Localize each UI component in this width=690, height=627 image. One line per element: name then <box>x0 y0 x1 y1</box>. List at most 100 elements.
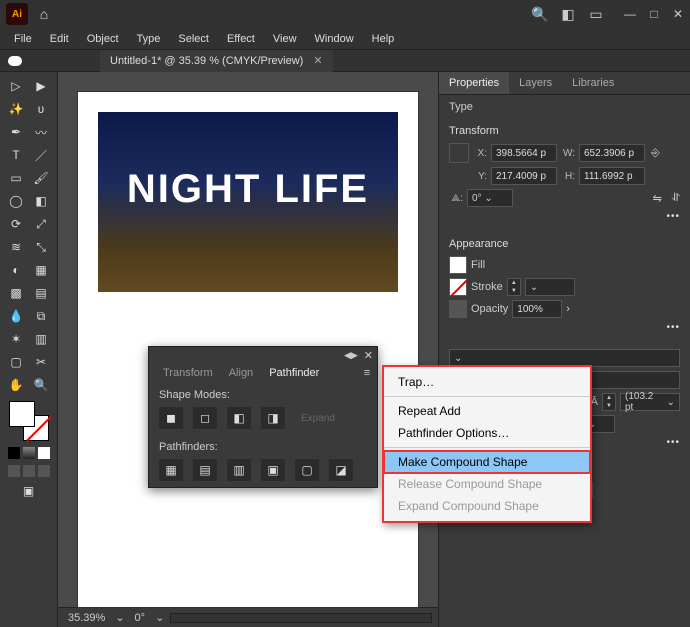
color-swatch[interactable] <box>9 401 49 441</box>
outline-icon[interactable]: ▢ <box>295 459 319 481</box>
document-tab[interactable]: Untitled-1* @ 35.39 % (CMYK/Preview) ✕ <box>100 50 333 72</box>
draw-behind-icon[interactable] <box>23 465 35 477</box>
menu-file[interactable]: File <box>6 31 40 47</box>
fill-swatch[interactable] <box>449 256 467 274</box>
menu-repeat-add[interactable]: Repeat Add <box>384 400 590 422</box>
trim-icon[interactable]: ▤ <box>193 459 217 481</box>
pen-tool-icon[interactable]: ✒ <box>5 122 27 142</box>
leading-stepper[interactable]: ▲▼ <box>602 393 616 411</box>
paintbrush-tool-icon[interactable]: 🖌 <box>30 168 52 188</box>
menu-make-compound-shape[interactable]: Make Compound Shape <box>384 451 590 473</box>
rotate-value[interactable]: 0° <box>131 612 150 624</box>
exclude-icon[interactable]: ◨ <box>261 407 285 429</box>
tab-align[interactable]: Align <box>221 363 261 383</box>
width-tool-icon[interactable]: ≋ <box>5 237 27 257</box>
gradient-tool-icon[interactable]: ▤ <box>30 283 52 303</box>
tab-libraries[interactable]: Libraries <box>562 72 624 94</box>
minus-front-icon[interactable]: ◻ <box>193 407 217 429</box>
free-transform-tool-icon[interactable]: ⤡ <box>30 237 52 257</box>
eraser-tool-icon[interactable]: ◧ <box>30 191 52 211</box>
close-button[interactable]: ✕ <box>666 3 690 25</box>
hero-image[interactable]: NIGHT LIFE <box>98 112 398 292</box>
tab-pathfinder[interactable]: Pathfinder <box>261 363 327 383</box>
menu-view[interactable]: View <box>265 31 305 47</box>
magic-wand-tool-icon[interactable]: ✨ <box>5 99 27 119</box>
tab-transform[interactable]: Transform <box>155 363 221 383</box>
character-more-icon[interactable]: ••• <box>666 437 680 448</box>
divide-icon[interactable]: ▦ <box>159 459 183 481</box>
horizontal-scrollbar[interactable] <box>170 613 432 623</box>
h-field[interactable]: 111.6992 p <box>579 167 645 185</box>
perspective-tool-icon[interactable]: ▦ <box>30 260 52 280</box>
hero-text[interactable]: NIGHT LIFE <box>98 167 398 212</box>
draw-inside-icon[interactable] <box>38 465 50 477</box>
unite-icon[interactable]: ◼ <box>159 407 183 429</box>
eyedropper-tool-icon[interactable]: 💧 <box>5 306 27 326</box>
zoom-chevron-icon[interactable]: ⌄ <box>115 611 124 624</box>
leading-field[interactable]: (103.2 pt ⌄ <box>620 393 680 411</box>
home-icon[interactable]: ⌂ <box>34 4 54 24</box>
menu-trap[interactable]: Trap… <box>384 371 590 393</box>
rectangle-tool-icon[interactable]: ▭ <box>5 168 27 188</box>
stroke-weight-field[interactable]: ⌄ <box>525 278 575 296</box>
shaper-tool-icon[interactable]: ◯ <box>5 191 27 211</box>
column-graph-tool-icon[interactable]: ▥ <box>30 329 52 349</box>
w-field[interactable]: 652.3906 p <box>579 144 645 162</box>
merge-icon[interactable]: ▥ <box>227 459 251 481</box>
minimize-button[interactable]: — <box>618 3 642 25</box>
panel-close-icon[interactable]: ✕ <box>364 349 373 362</box>
arrange-docs-icon[interactable]: ▭ <box>584 2 608 26</box>
panel-toggle-icon[interactable] <box>8 56 22 66</box>
lasso-tool-icon[interactable]: ʋ <box>30 99 52 119</box>
color-mode-icon[interactable] <box>8 447 20 459</box>
none-mode-icon[interactable] <box>38 447 50 459</box>
menu-edit[interactable]: Edit <box>42 31 77 47</box>
opacity-field[interactable]: 100% <box>512 300 562 318</box>
flip-v-icon[interactable]: ⥯ <box>672 192 680 205</box>
draw-normal-icon[interactable] <box>8 465 20 477</box>
workspace-icon[interactable]: ◧ <box>556 2 580 26</box>
fill-swatch-icon[interactable] <box>9 401 35 427</box>
y-field[interactable]: 217.4009 p <box>491 167 557 185</box>
zoom-tool-icon[interactable]: 🔍 <box>30 375 52 395</box>
close-tab-icon[interactable]: ✕ <box>313 54 322 67</box>
blend-tool-icon[interactable]: ⧉ <box>30 306 52 326</box>
shape-builder-tool-icon[interactable]: ◐ <box>5 260 27 280</box>
menu-type[interactable]: Type <box>129 31 169 47</box>
menu-pathfinder-options[interactable]: Pathfinder Options… <box>384 422 590 444</box>
mesh-tool-icon[interactable]: ▩ <box>5 283 27 303</box>
transform-more-icon[interactable]: ••• <box>666 211 680 222</box>
type-tool-icon[interactable]: T <box>5 145 27 165</box>
angle-field[interactable]: 0° ⌄ <box>467 189 513 207</box>
gradient-mode-icon[interactable] <box>23 447 35 459</box>
menu-help[interactable]: Help <box>364 31 403 47</box>
tab-properties[interactable]: Properties <box>439 72 509 94</box>
slice-tool-icon[interactable]: ✂ <box>30 352 52 372</box>
pathfinder-panel[interactable]: ◀▶ ✕ Transform Align Pathfinder ≡ Shape … <box>148 346 378 488</box>
reference-point-icon[interactable] <box>449 143 469 163</box>
scale-tool-icon[interactable]: ⤢ <box>30 214 52 234</box>
opacity-more-icon[interactable]: › <box>566 303 570 315</box>
menu-object[interactable]: Object <box>79 31 127 47</box>
line-tool-icon[interactable]: ／ <box>30 145 52 165</box>
crop-icon[interactable]: ▣ <box>261 459 285 481</box>
screen-mode-icon[interactable]: ▣ <box>18 481 40 501</box>
panel-menu-icon[interactable]: ≡ <box>357 367 377 379</box>
maximize-button[interactable]: □ <box>642 3 666 25</box>
artboard-tool-icon[interactable]: ▢ <box>5 352 27 372</box>
appearance-more-icon[interactable]: ••• <box>666 322 680 333</box>
menu-select[interactable]: Select <box>170 31 217 47</box>
selection-tool-icon[interactable]: ▷ <box>5 76 27 96</box>
stroke-swatch[interactable] <box>449 278 467 296</box>
curvature-tool-icon[interactable]: 〰 <box>30 122 52 142</box>
rotate-tool-icon[interactable]: ⟳ <box>5 214 27 234</box>
panel-collapse-icon[interactable]: ◀▶ <box>344 350 358 361</box>
zoom-level[interactable]: 35.39% <box>64 612 109 624</box>
menu-effect[interactable]: Effect <box>219 31 263 47</box>
link-wh-icon[interactable]: ⎆ <box>651 147 660 160</box>
menu-window[interactable]: Window <box>307 31 362 47</box>
flip-h-icon[interactable]: ⇋ <box>653 192 662 205</box>
tab-layers[interactable]: Layers <box>509 72 562 94</box>
search-icon[interactable]: 🔍 <box>528 2 552 26</box>
intersect-icon[interactable]: ◧ <box>227 407 251 429</box>
